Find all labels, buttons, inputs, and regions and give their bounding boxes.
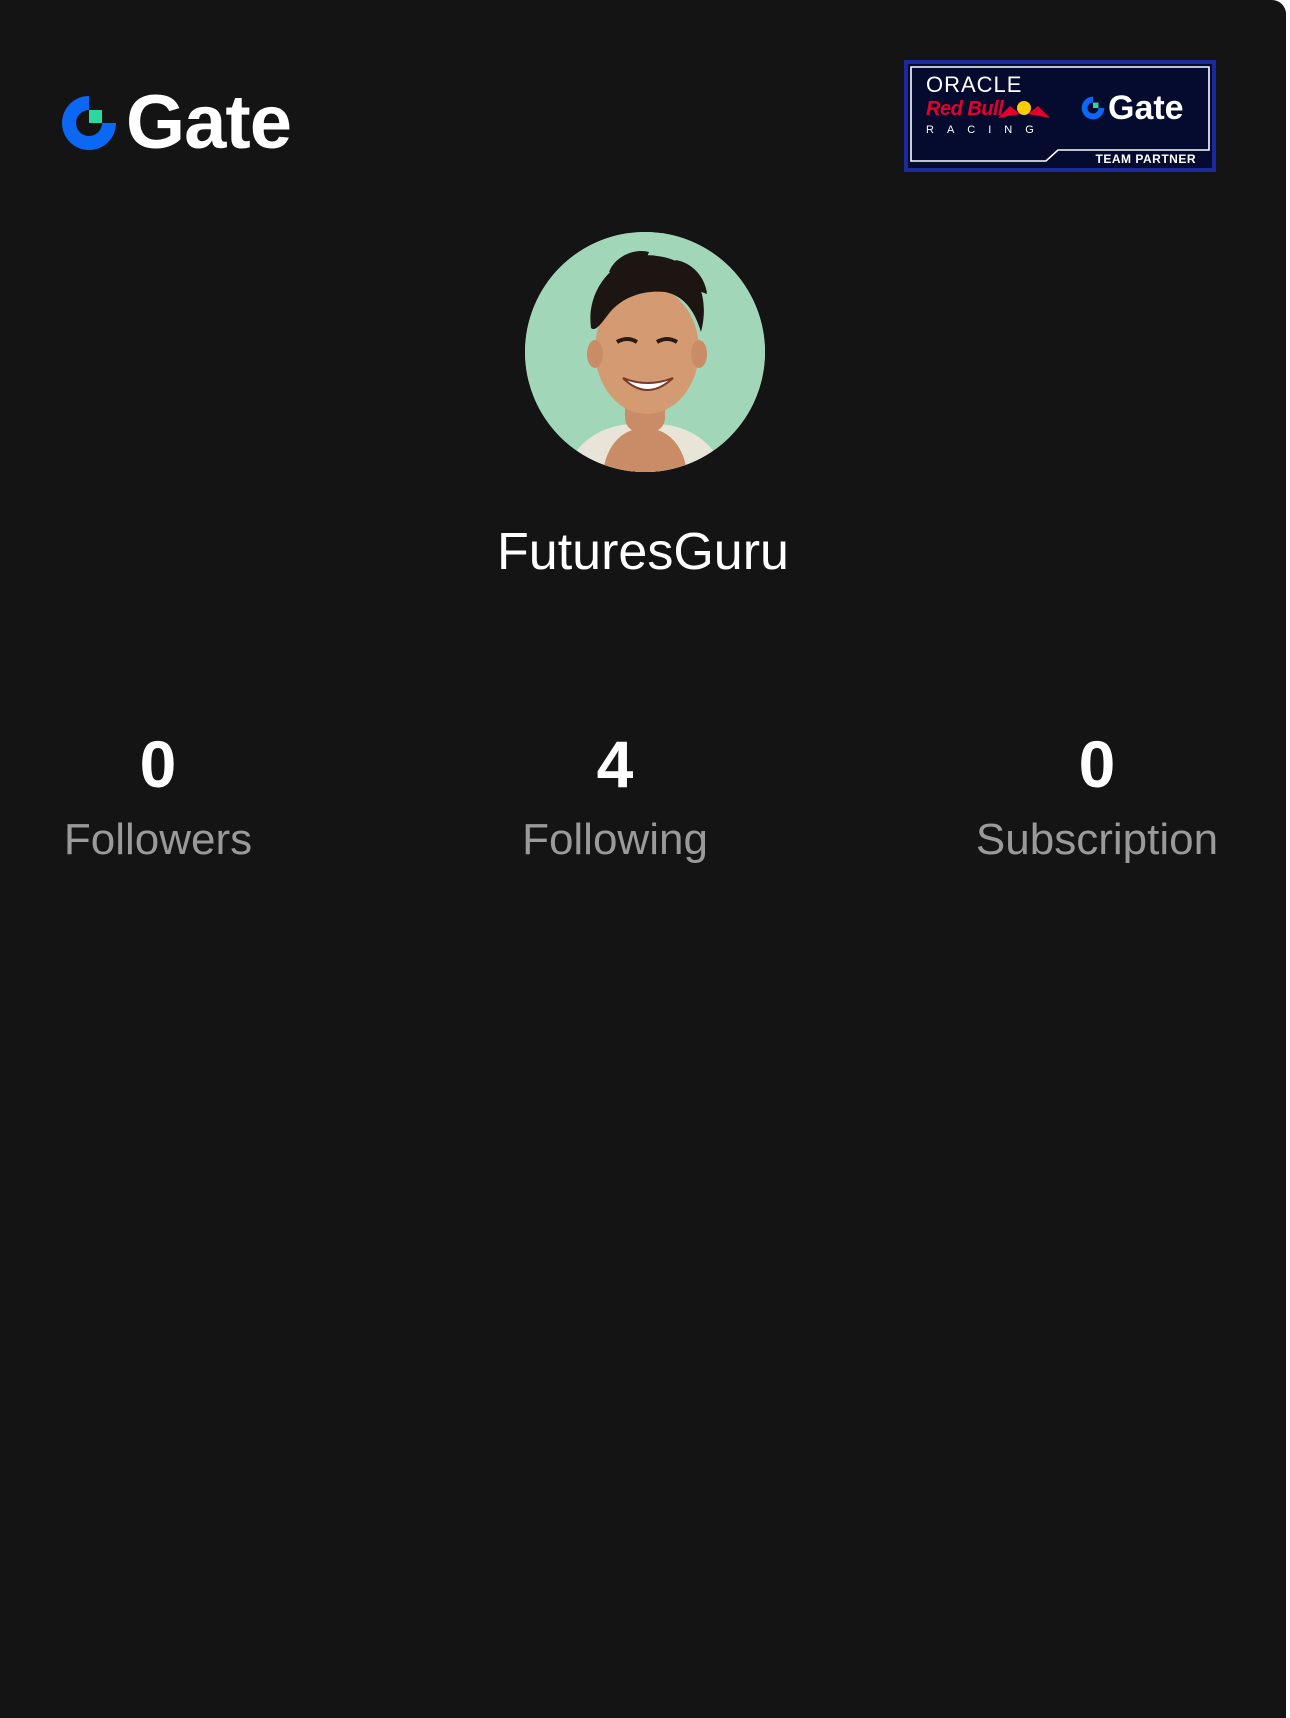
- gate-logo-mark-icon: [62, 96, 116, 150]
- badge-gate-mark-icon: [1081, 96, 1105, 120]
- badge-oracle-text: ORACLE: [926, 72, 1023, 97]
- subscription-stat[interactable]: 0 Subscription: [917, 722, 1277, 868]
- following-label: Following: [522, 815, 708, 864]
- gate-logo: Gate: [58, 80, 292, 165]
- followers-label: Followers: [63, 815, 253, 864]
- following-count: 4: [596, 727, 634, 801]
- subscription-label: Subscription: [975, 815, 1219, 864]
- username: FuturesGuru: [497, 523, 789, 581]
- red-bull-icon: [998, 101, 1050, 118]
- avatar[interactable]: [525, 232, 765, 472]
- badge-gate-wordmark: Gate: [1108, 89, 1184, 127]
- followers-stat[interactable]: 0 Followers: [0, 722, 338, 868]
- badge-redbull-text: Red Bull: [926, 98, 1004, 120]
- badge-gate-logo: Gate: [1080, 90, 1184, 126]
- gate-logo-wordmark: Gate: [126, 80, 292, 165]
- badge-caption: TEAM PARTNER: [1095, 152, 1196, 166]
- avatar-photo: [525, 232, 765, 472]
- followers-count: 0: [139, 727, 177, 801]
- team-partner-badge: ORACLE Red Bull RACING Gate TEAM PARTNER: [904, 60, 1216, 172]
- subscription-count: 0: [1078, 727, 1116, 801]
- profile-card: Gate ORACLE Red Bull RACING Gate TEAM PA…: [0, 0, 1286, 1718]
- badge-racing-text: RACING: [926, 124, 1047, 136]
- following-stat[interactable]: 4 Following: [435, 722, 795, 868]
